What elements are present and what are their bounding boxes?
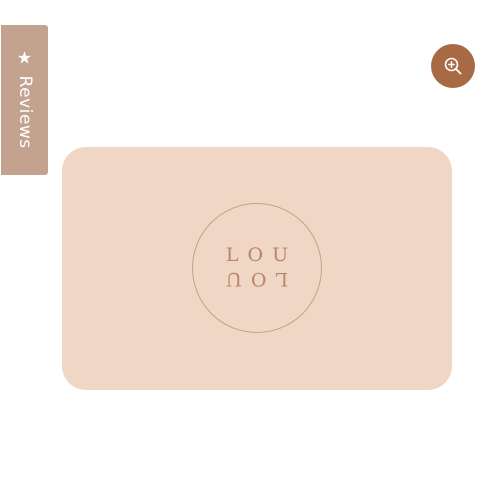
zoom-in-icon — [444, 57, 462, 75]
logo-text-top: LOU — [225, 244, 298, 266]
logo-text-bottom: LOU — [216, 268, 289, 290]
reviews-tab-content: ★ Reviews — [14, 48, 35, 149]
product-image[interactable]: LOU LOU — [62, 147, 452, 390]
product-gallery: ★ Reviews LOU LOU — [0, 0, 500, 500]
brand-logo-seal: LOU LOU — [192, 203, 322, 333]
reviews-tab-label: Reviews — [14, 75, 35, 149]
reviews-tab[interactable]: ★ Reviews — [1, 25, 48, 175]
star-icon: ★ — [16, 48, 33, 69]
zoom-button[interactable] — [431, 44, 475, 88]
